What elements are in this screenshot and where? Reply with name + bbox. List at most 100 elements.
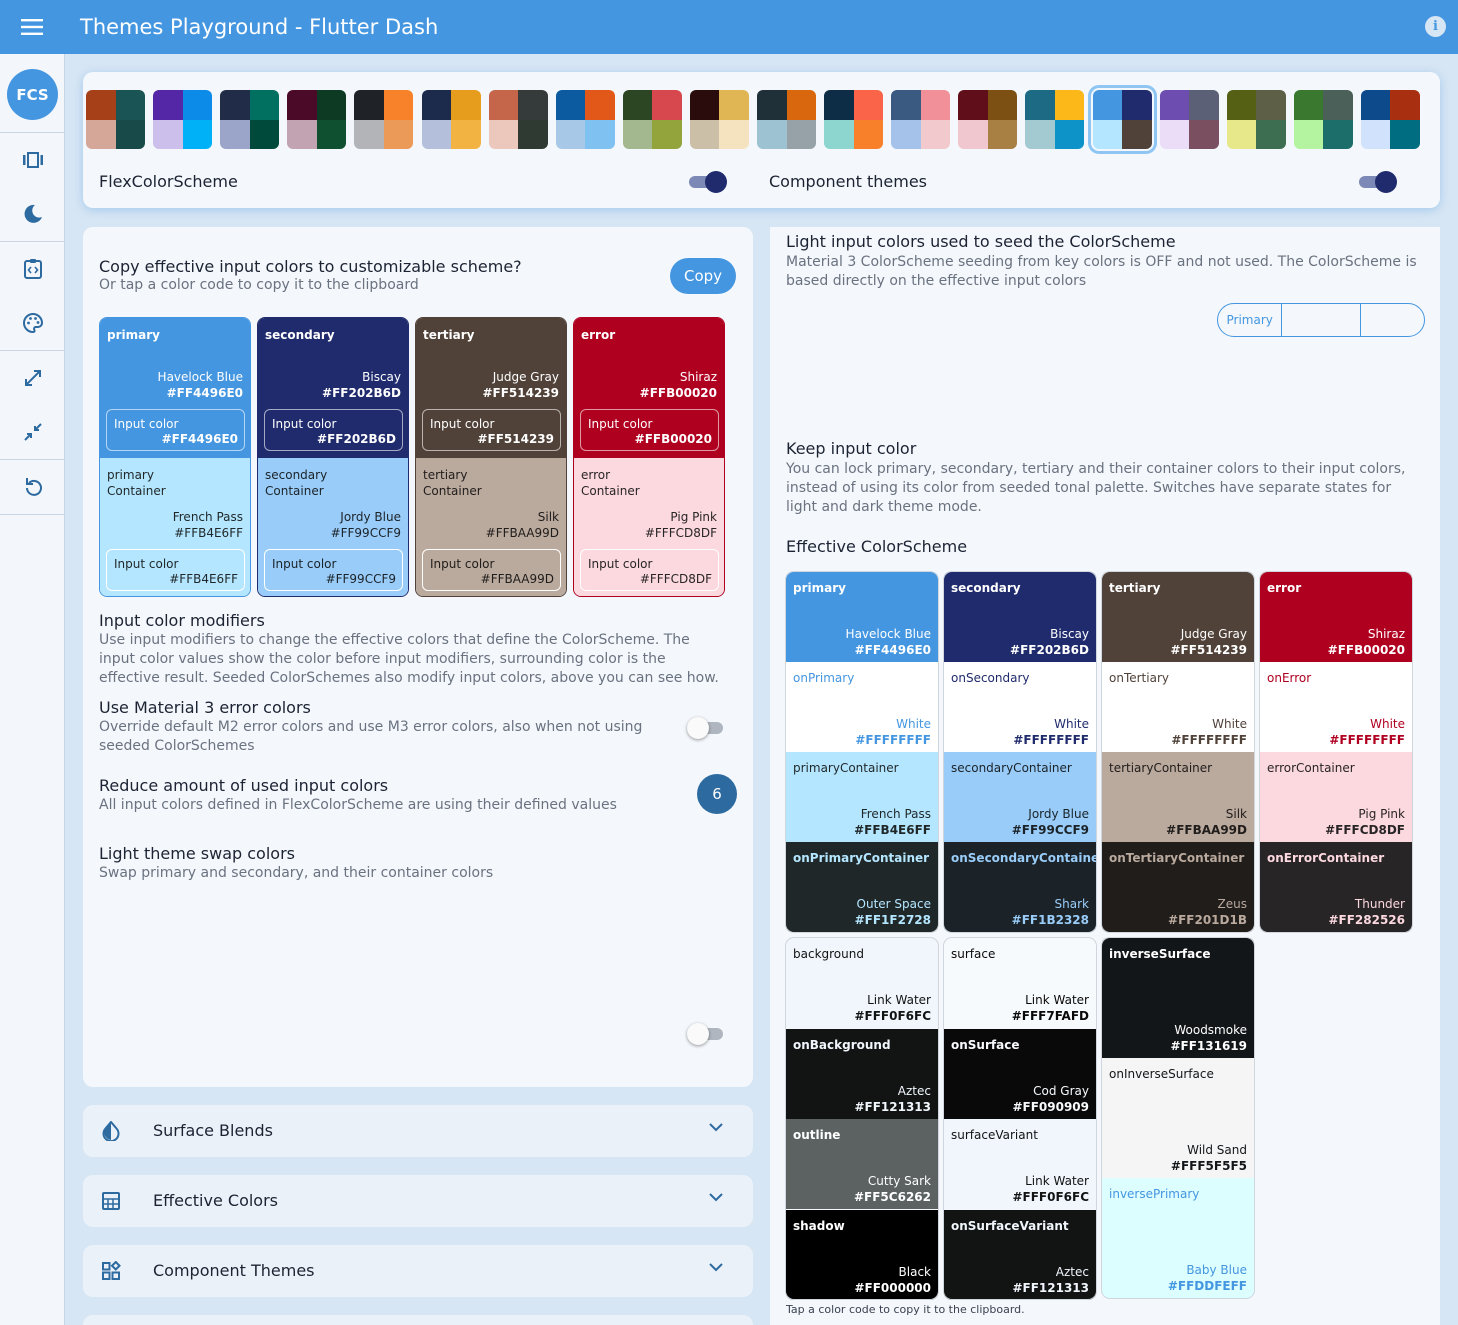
input-color-hex[interactable]: #FF4496E0 [162, 432, 238, 446]
color-hex[interactable]: #FFBAA99D [486, 526, 559, 540]
scheme-tile-onSurface[interactable]: onSurface Cod Gray #FF090909 [944, 1028, 1096, 1119]
m3-error-setting[interactable]: Use Material 3 error colors Override def… [99, 698, 739, 756]
scheme-button[interactable] [757, 90, 816, 149]
scheme-tile-primary[interactable]: primary Havelock Blue #FF4496E0 [786, 572, 938, 662]
input-color-primary[interactable]: primary Havelock Blue #FF4496E0 Input color… [99, 317, 251, 597]
scheme-tile-onBackground[interactable]: onBackground Aztec #FF121313 [786, 1028, 938, 1119]
tile-color-hex[interactable]: #FFF7FAFD [1012, 1009, 1089, 1023]
scheme-tile-outline[interactable]: outline Cutty Sark #FF5C6262 [786, 1119, 938, 1209]
input-container-color[interactable]: error Container Pig Pink #FFFCD8DF Input co… [574, 458, 724, 596]
input-color-box[interactable]: Input color #FFB00020 [580, 409, 719, 451]
input-color-hex[interactable]: #FFBAA99D [481, 572, 554, 586]
scheme-tile-onTertiaryContainer[interactable]: onTertiaryContainer Zeus #FF201D1B [1102, 842, 1254, 932]
scheme-button[interactable] [958, 90, 1018, 149]
input-color-hex[interactable]: #FF99CCF9 [326, 572, 396, 586]
surface-blends-panel[interactable]: Surface Blends [83, 1105, 753, 1157]
tile-color-hex[interactable]: #FF282526 [1328, 913, 1405, 927]
menu-button[interactable] [0, 0, 64, 54]
input-color-box[interactable]: Input color #FFFCD8DF [580, 549, 719, 591]
tile-color-hex[interactable]: #FF514239 [1170, 643, 1247, 657]
scheme-button[interactable] [1293, 90, 1353, 149]
tile-color-hex[interactable]: #FF201D1B [1168, 913, 1247, 927]
input-color-box[interactable]: Input color #FF514239 [422, 409, 561, 451]
tile-color-hex[interactable]: #FFFFFFFF [1171, 733, 1247, 747]
input-color-box[interactable]: Input color #FF99CCF9 [264, 549, 403, 591]
input-main-color[interactable]: tertiary Judge Gray #FF514239 Input color #F… [416, 318, 566, 458]
scheme-button[interactable] [555, 90, 615, 149]
theme-mode-button[interactable] [0, 187, 65, 241]
tile-color-hex[interactable]: #FF4496E0 [855, 643, 931, 657]
scheme-tile-inverseSurface[interactable]: inverseSurface Woodsmoke #FF131619 [1102, 938, 1254, 1058]
scheme-tile-primaryContainer[interactable]: primaryContainer French Pass #FFB4E6FF [786, 752, 938, 842]
input-main-color[interactable]: error Shiraz #FFB00020 Input color #FFB00020 [574, 318, 724, 458]
color-hex[interactable]: #FF202B6D [322, 386, 401, 400]
scheme-tile-error[interactable]: error Shiraz #FFB00020 [1260, 572, 1412, 662]
scheme-tile-secondaryContainer[interactable]: secondaryContainer Jordy Blue #FF99CCF9 [944, 752, 1096, 842]
view-carousel-button[interactable] [0, 133, 65, 187]
tile-color-hex[interactable]: #FFB00020 [1328, 643, 1405, 657]
input-color-tertiary[interactable]: tertiary Judge Gray #FF514239 Input color #F… [415, 317, 567, 597]
tile-color-hex[interactable]: #FFF5F5F5 [1171, 1159, 1247, 1173]
color-hex[interactable]: #FFB4E6FF [174, 526, 243, 540]
tile-color-hex[interactable]: #FFFFFFFF [1013, 733, 1089, 747]
scheme-tile-onSecondary[interactable]: onSecondary White #FFFFFFFF [944, 662, 1096, 752]
tile-color-hex[interactable]: #FFB4E6FF [854, 823, 931, 837]
scheme-tile-onPrimaryContainer[interactable]: onPrimaryContainer Outer Space #FF1F2728 [786, 842, 938, 932]
tile-color-hex[interactable]: #FFFCD8DF [1325, 823, 1405, 837]
palette-button[interactable] [0, 296, 65, 350]
tile-color-hex[interactable]: #FFF0F6FC [1012, 1190, 1089, 1204]
flexcolorscheme-switch[interactable] [689, 171, 727, 193]
scheme-button[interactable] [1226, 90, 1286, 149]
scheme-button[interactable] [488, 90, 548, 149]
tile-color-hex[interactable]: #FF000000 [854, 1281, 931, 1295]
seed-primary-button[interactable]: Primary [1218, 304, 1283, 336]
scheme-button[interactable] [86, 90, 145, 149]
expand-all-button[interactable] [0, 351, 65, 405]
scheme-tile-inversePrimary[interactable]: inversePrimary Baby Blue #FFDDFEFF [1102, 1178, 1254, 1298]
info-icon[interactable]: i [1425, 16, 1446, 37]
scheme-tile-onErrorContainer[interactable]: onErrorContainer Thunder #FF282526 [1260, 842, 1412, 932]
color-hex[interactable]: #FF4496E0 [167, 386, 243, 400]
collapse-all-button[interactable] [0, 405, 65, 459]
fcs-logo[interactable]: FCS [7, 69, 58, 120]
scheme-button[interactable] [220, 90, 280, 149]
tile-color-hex[interactable]: #FFFFFFFF [855, 733, 931, 747]
input-color-box[interactable]: Input color #FFB4E6FF [106, 549, 245, 591]
tile-color-hex[interactable]: #FF090909 [1012, 1100, 1089, 1114]
swap-colors-setting[interactable]: Light theme swap colors Swap primary and… [99, 844, 739, 883]
seed-tertiary-button[interactable] [1361, 304, 1424, 336]
copy-button[interactable]: Copy [670, 258, 736, 294]
scheme-button[interactable] [824, 90, 884, 149]
code-view-button[interactable] [0, 242, 65, 296]
tile-color-hex[interactable]: #FF202B6D [1010, 643, 1089, 657]
input-color-box[interactable]: Input color #FFBAA99D [422, 549, 561, 591]
component-themes-panel[interactable]: Component Themes [83, 1245, 753, 1297]
scheme-button[interactable] [1159, 90, 1219, 149]
scheme-tile-shadow[interactable]: shadow Black #FF000000 [786, 1209, 938, 1300]
tile-color-hex[interactable]: #FFFFFFFF [1329, 733, 1405, 747]
reduce-colors-setting[interactable]: Reduce amount of used input colors All i… [99, 776, 739, 815]
scheme-button[interactable] [287, 90, 347, 149]
scheme-button[interactable] [421, 90, 481, 149]
scheme-button[interactable] [354, 90, 414, 149]
input-container-color[interactable]: primary Container French Pass #FFB4E6FF Inp… [100, 458, 250, 596]
next-panel[interactable] [83, 1315, 753, 1325]
color-hex[interactable]: #FF514239 [482, 386, 559, 400]
scheme-tile-onSecondaryContainer[interactable]: onSecondaryContainer Shark #FF1B2328 [944, 842, 1105, 932]
tile-color-hex[interactable]: #FF1F2728 [855, 913, 931, 927]
scheme-tile-surface[interactable]: surface Link Water #FFF7FAFD [944, 938, 1096, 1028]
input-color-box[interactable]: Input color #FF4496E0 [106, 409, 245, 451]
tile-color-hex[interactable]: #FF5C6262 [854, 1190, 931, 1204]
input-container-color[interactable]: secondary Container Jordy Blue #FF99CCF9 In… [258, 458, 408, 596]
input-main-color[interactable]: primary Havelock Blue #FF4496E0 Input color… [100, 318, 250, 458]
effective-colors-panel[interactable]: Effective Colors [83, 1175, 753, 1227]
tile-color-hex[interactable]: #FF131619 [1170, 1039, 1247, 1053]
tile-color-hex[interactable]: #FF1B2328 [1012, 913, 1089, 927]
input-main-color[interactable]: secondary Biscay #FF202B6D Input color #FF20… [258, 318, 408, 458]
scheme-tile-tertiaryContainer[interactable]: tertiaryContainer Silk #FFBAA99D [1102, 752, 1254, 842]
scheme-button[interactable] [1087, 85, 1157, 154]
scheme-tile-onError[interactable]: onError White #FFFFFFFF [1260, 662, 1412, 752]
color-hex[interactable]: #FFFCD8DF [645, 526, 717, 540]
scheme-button[interactable] [622, 90, 682, 149]
scheme-button[interactable] [1025, 90, 1085, 149]
